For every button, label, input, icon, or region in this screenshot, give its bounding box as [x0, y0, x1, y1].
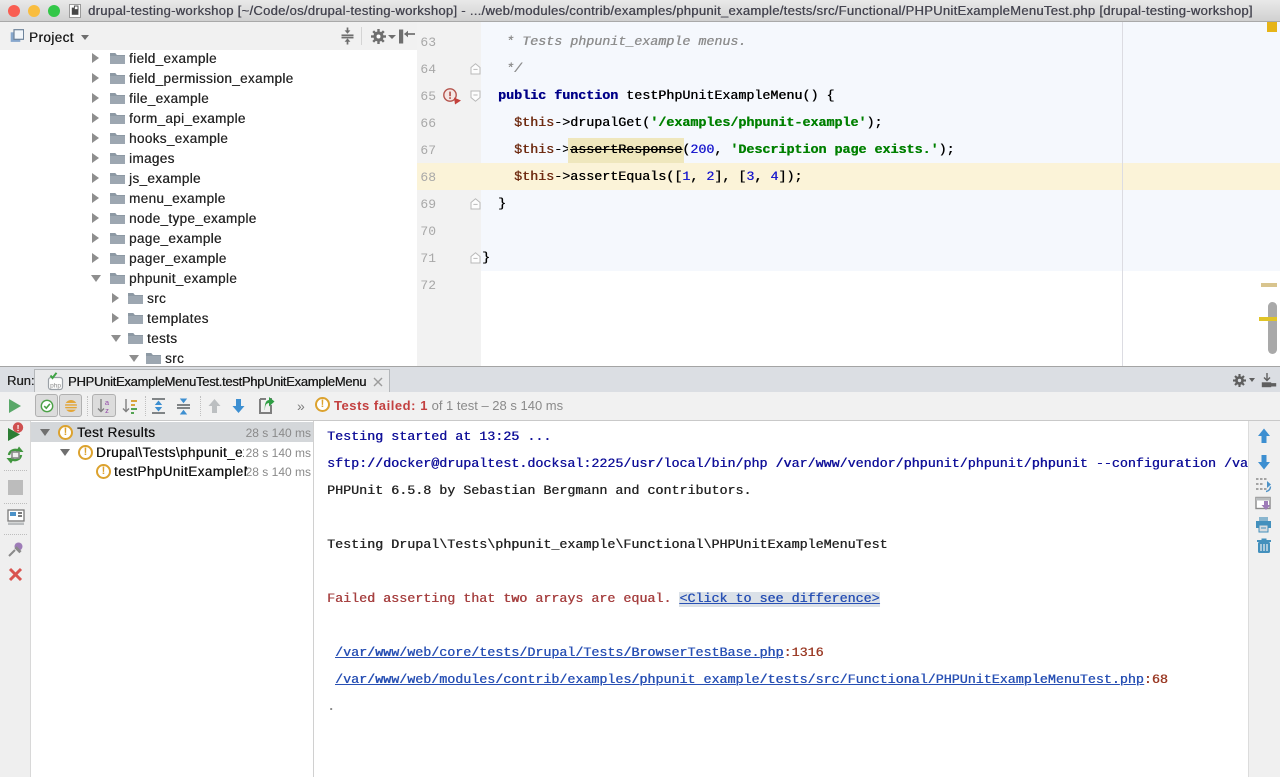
- svg-text:z: z: [105, 406, 109, 414]
- svg-text:!: !: [17, 423, 20, 433]
- svg-text:php: php: [50, 383, 61, 390]
